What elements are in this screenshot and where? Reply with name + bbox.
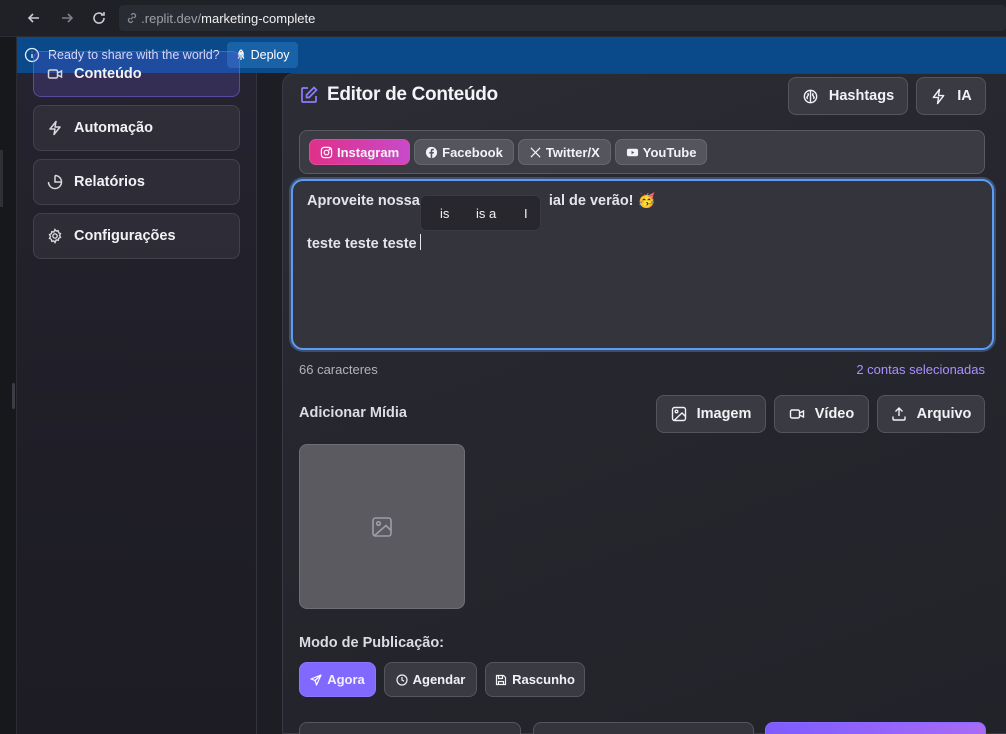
brain-icon [803, 89, 818, 103]
x-icon [530, 146, 541, 158]
pie-chart-icon [47, 174, 63, 190]
platform-selector: Instagram Facebook Twitter/X YouTube [299, 130, 985, 174]
save-icon [495, 674, 507, 685]
facebook-icon [426, 146, 438, 158]
forward-button[interactable] [53, 4, 81, 32]
hashtags-button[interactable]: Hashtags [788, 77, 908, 115]
media-button-label: Vídeo [814, 406, 855, 422]
publish-button[interactable] [765, 722, 986, 734]
suggestion-item[interactable]: I [524, 206, 528, 221]
left-panel-edge [0, 37, 17, 734]
youtube-icon [626, 148, 638, 156]
add-file-button[interactable]: Arquivo [877, 395, 985, 433]
image-icon [372, 516, 392, 537]
page-title: Editor de Conteúdo [327, 84, 498, 105]
mode-label: Agora [327, 672, 365, 687]
url-path: marketing-complete [201, 10, 316, 26]
bolt-icon [932, 88, 945, 104]
clock-icon [396, 673, 408, 686]
sidebar-item-automacao[interactable]: Automação [33, 105, 240, 151]
edge-marker [0, 150, 3, 180]
image-icon [671, 406, 686, 422]
sidebar-item-label: Configurações [74, 228, 176, 244]
character-count: 66 caracteres [299, 362, 378, 377]
reload-icon [93, 12, 106, 24]
media-section-label: Adicionar Mídia [299, 405, 407, 421]
platform-label: Instagram [337, 144, 400, 160]
link-icon [128, 13, 137, 23]
sidebar: Conteúdo Automação Relatórios Configuraç… [17, 51, 257, 734]
text-line-1-start: Aproveite nossa [307, 193, 420, 209]
preview-button[interactable] [299, 722, 521, 734]
edge-marker [0, 177, 3, 207]
back-button[interactable] [20, 4, 48, 32]
app-window: .replit.dev/marketing-complete Ready to … [0, 0, 1006, 734]
send-icon [310, 673, 322, 686]
hashtags-label: Hashtags [828, 88, 895, 104]
sidebar-item-configuracoes[interactable]: Configurações [33, 213, 240, 259]
mode-label: Rascunho [512, 672, 575, 687]
ai-label: IA [957, 88, 972, 104]
edit-icon [301, 86, 318, 103]
draft-button[interactable]: Rascunho [485, 662, 585, 697]
platform-label: YouTube [642, 144, 697, 160]
text-caret [419, 234, 421, 250]
video-icon [789, 409, 804, 419]
platform-label: Facebook [442, 144, 503, 160]
editor-text-line-2: teste teste teste [307, 234, 421, 252]
instagram-icon [320, 146, 333, 158]
sidebar-item-label: Relatórios [74, 174, 145, 190]
platform-label: Twitter/X [545, 144, 600, 160]
text-line-2: teste teste teste [307, 236, 417, 252]
sidebar-item-label: Automação [74, 120, 153, 136]
url-prefix: .replit.dev/ [141, 10, 202, 26]
post-text-editor[interactable]: Aproveite nossa ial de verão! 🥳 teste te… [291, 179, 994, 350]
deploy-label: Deploy [250, 48, 290, 62]
save-template-button[interactable] [533, 722, 754, 734]
gear-icon [48, 228, 62, 244]
address-bar[interactable]: .replit.dev/marketing-complete [119, 5, 1006, 31]
ai-button[interactable]: IA [916, 77, 986, 115]
sidebar-item-conteudo[interactable]: Conteúdo [33, 51, 240, 97]
platform-facebook[interactable]: Facebook [414, 139, 514, 165]
bolt-icon [49, 120, 61, 136]
media-button-label: Arquivo [916, 406, 972, 422]
add-image-button[interactable]: Imagem [656, 395, 766, 433]
sidebar-item-label: Conteúdo [74, 66, 142, 82]
main-content: Editor de Conteúdo Hashtags IA Instagram… [257, 73, 1006, 734]
schedule-button[interactable]: Agendar [384, 662, 477, 697]
resize-handle[interactable] [12, 383, 15, 409]
suggestion-item[interactable]: is [440, 206, 449, 221]
selected-accounts-link[interactable]: 2 contas selecionadas [856, 362, 985, 377]
platform-instagram[interactable]: Instagram [309, 139, 411, 165]
text-line-1-end: ial de verão! 🥳 [548, 193, 656, 209]
sidebar-item-relatorios[interactable]: Relatórios [33, 159, 240, 205]
arrow-left-icon [27, 13, 39, 23]
content-editor-card: Editor de Conteúdo Hashtags IA Instagram… [282, 73, 1006, 734]
editor-title: Editor de Conteúdo [299, 84, 498, 106]
media-placeholder[interactable] [299, 444, 465, 609]
platform-youtube[interactable]: YouTube [614, 139, 708, 165]
media-button-label: Imagem [696, 406, 752, 422]
publish-now-button[interactable]: Agora [299, 662, 376, 697]
add-video-button[interactable]: Vídeo [774, 395, 869, 433]
browser-toolbar: .replit.dev/marketing-complete [0, 0, 1006, 37]
reload-button[interactable] [85, 4, 113, 32]
spellcheck-suggestions: is is a I [420, 195, 541, 231]
publish-mode-label: Modo de Publicação: [299, 635, 445, 651]
upload-icon [891, 407, 906, 421]
suggestion-item[interactable]: is a [476, 206, 496, 221]
arrow-right-icon [61, 13, 73, 23]
video-icon [47, 69, 63, 79]
mode-label: Agendar [412, 672, 466, 687]
platform-twitter[interactable]: Twitter/X [517, 139, 611, 165]
